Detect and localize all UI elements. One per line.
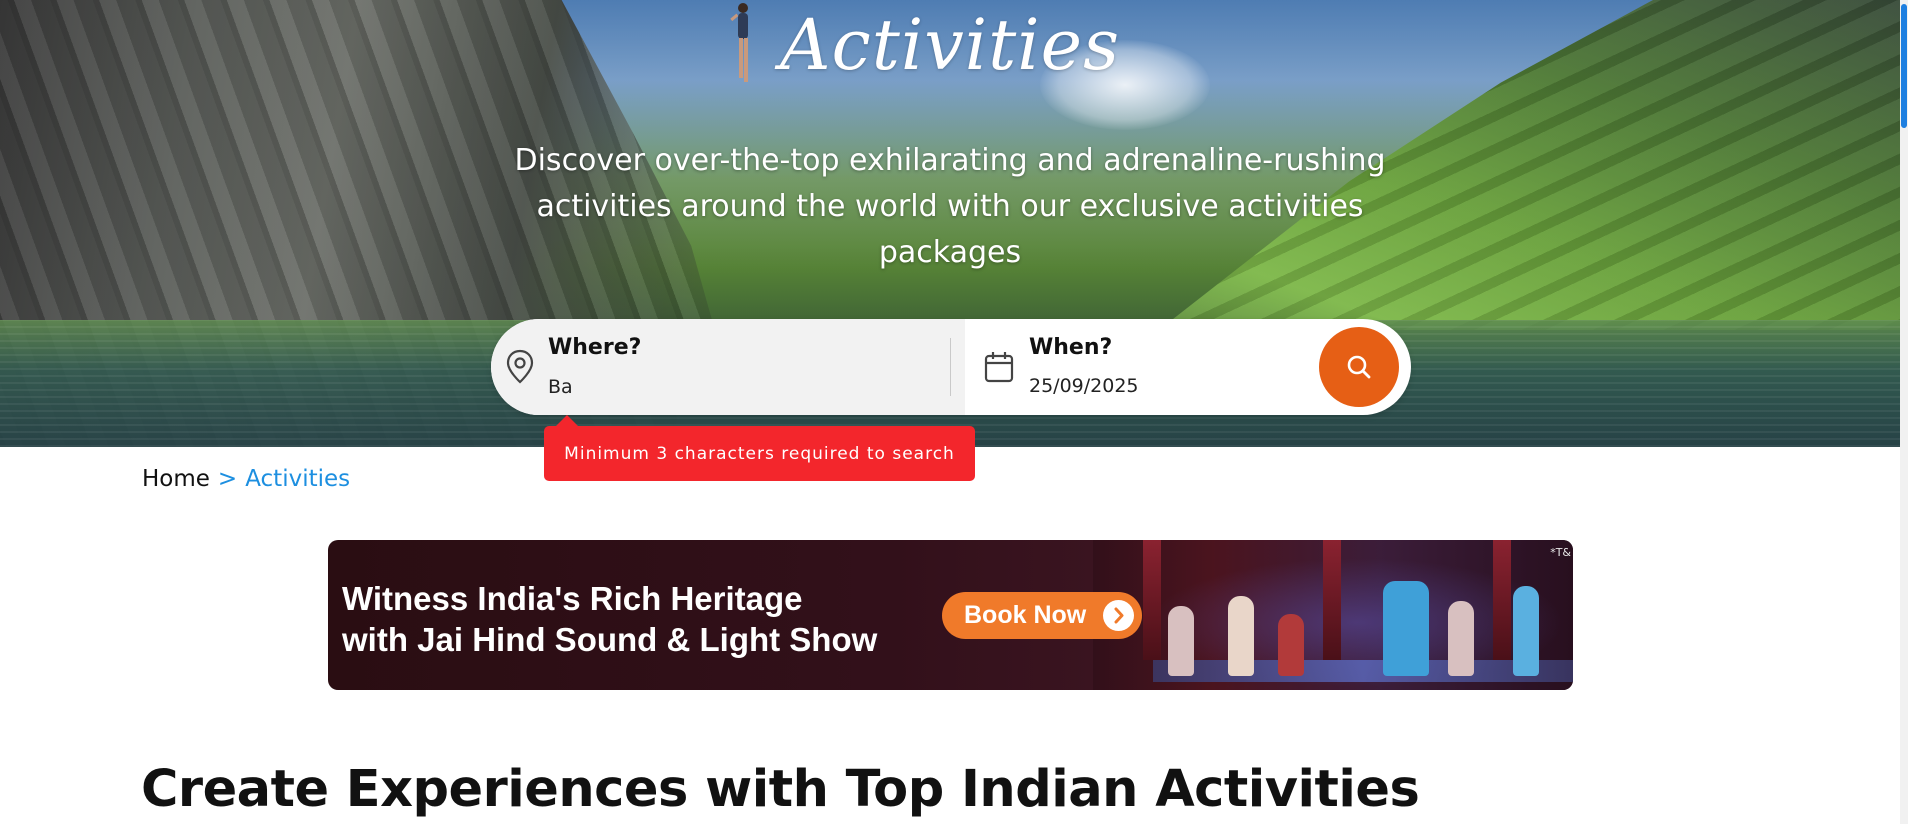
banner-stage-image: [1093, 540, 1573, 690]
breadcrumb-current: Activities: [245, 466, 351, 492]
where-field[interactable]: Where?: [491, 319, 965, 415]
banner-headline: Witness India's Rich Heritage with Jai H…: [342, 578, 877, 660]
book-now-button[interactable]: Book Now: [942, 592, 1142, 639]
performer-figure: [1228, 596, 1254, 676]
stage-floor: [1153, 660, 1573, 682]
field-divider: [950, 338, 951, 396]
breadcrumb-home-link[interactable]: Home: [142, 466, 210, 492]
performer-figure: [1513, 586, 1539, 676]
where-input[interactable]: [548, 373, 928, 401]
page-scrollbar[interactable]: [1900, 0, 1908, 824]
breadcrumb: Home > Activities: [142, 466, 350, 492]
hero-subtitle-line: Discover over-the-top exhilarating and a…: [514, 143, 1386, 178]
chevron-right-icon: [1103, 600, 1134, 631]
stage-pillar: [1493, 540, 1511, 660]
calendar-icon: [984, 352, 1014, 383]
page-title: Activities: [779, 4, 1121, 86]
stage-pillar: [1323, 540, 1341, 660]
banner-headline-line: with Jai Hind Sound & Light Show: [342, 621, 878, 658]
hero-subtitle-line: activities around the world with our exc…: [536, 189, 1364, 224]
when-field[interactable]: When? 25/09/2025: [969, 319, 1299, 415]
validation-tooltip: Minimum 3 characters required to search: [544, 415, 975, 481]
scrollbar-thumb[interactable]: [1901, 4, 1907, 128]
hero-subtitle: Discover over-the-top exhilarating and a…: [490, 138, 1410, 276]
section-heading: Create Experiences with Top Indian Activ…: [141, 760, 1420, 819]
performer-figure: [1448, 601, 1474, 676]
search-icon: [1347, 355, 1371, 379]
map-pin-icon: [506, 349, 534, 384]
performer-figure: [1383, 581, 1429, 676]
promo-banner[interactable]: Witness India's Rich Heritage with Jai H…: [328, 540, 1573, 690]
activity-search-bar: Where? When? 25/09/2025: [491, 319, 1411, 415]
when-label: When?: [1029, 335, 1113, 360]
performer-figure: [1278, 614, 1304, 676]
banner-headline-line: Witness India's Rich Heritage: [342, 580, 803, 617]
stage-pillar: [1143, 540, 1161, 660]
search-button[interactable]: [1319, 327, 1399, 407]
book-now-label: Book Now: [964, 601, 1087, 629]
when-date-value[interactable]: 25/09/2025: [1029, 375, 1139, 397]
terms-note: *T&: [1550, 546, 1571, 559]
breadcrumb-separator: >: [217, 466, 238, 492]
performer-figure: [1168, 606, 1194, 676]
hero-subtitle-line: packages: [878, 235, 1022, 270]
where-label: Where?: [548, 335, 642, 360]
